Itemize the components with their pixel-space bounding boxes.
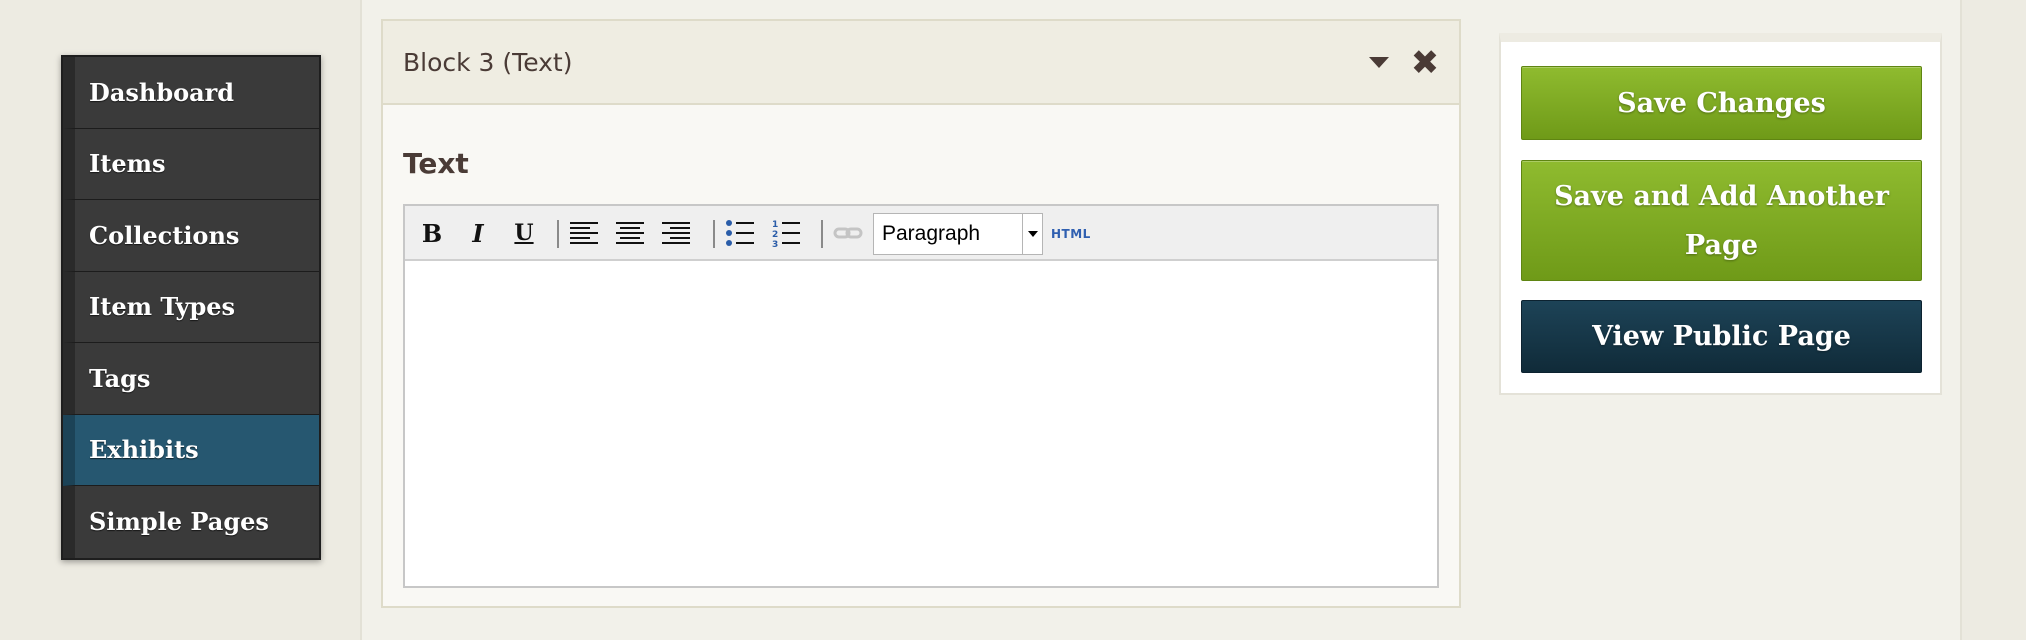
nav-item-collections[interactable]: Collections [63,200,319,272]
admin-nav: Dashboard Items Collections Item Types T… [61,55,321,560]
toolbar-divider [821,220,823,248]
nav-item-label: Exhibits [89,435,199,465]
underline-button[interactable]: U [507,216,541,250]
align-right-icon [662,222,690,244]
align-left-button[interactable] [567,216,601,250]
close-icon[interactable]: ✖ [1405,43,1445,83]
nav-item-label: Item Types [89,292,236,322]
format-select[interactable]: Paragraph [873,213,1043,255]
link-button[interactable] [831,216,865,250]
nav-item-label: Collections [89,220,240,250]
view-public-page-button[interactable]: View Public Page [1521,300,1922,373]
nav-item-dashboard[interactable]: Dashboard [63,57,319,129]
nav-item-label: Simple Pages [89,507,269,537]
numbered-list-button[interactable]: 123 [769,216,803,250]
html-source-button[interactable]: HTML [1051,222,1091,246]
bullet-list-icon [726,220,754,246]
align-center-icon [616,222,644,244]
rich-text-editor: B I U 1 2 3 Paragraph HTML [403,204,1439,588]
svg-text:2: 2 [772,230,778,240]
toolbar-divider [713,220,715,248]
actions-panel: Save Changes Save and Add Another Page V… [1499,33,1942,395]
editor-toolbar: B I U 1 2 3 Paragraph HTML [405,206,1437,261]
chevron-down-icon[interactable] [1022,214,1042,254]
nav-item-label: Dashboard [89,77,235,107]
bullet-list-button[interactable] [723,216,757,250]
svg-text:3: 3 [772,240,778,247]
nav-item-simple-pages[interactable]: Simple Pages [63,486,319,558]
save-changes-button[interactable]: Save Changes [1521,66,1922,140]
text-field-label: Text [403,147,469,180]
nav-item-tags[interactable]: Tags [63,343,319,415]
bold-icon: B [421,218,443,248]
nav-item-label: Tags [89,363,151,393]
italic-icon: I [472,218,484,248]
block-title: Block 3 (Text) [403,47,573,77]
align-center-button[interactable] [613,216,647,250]
nav-item-label: Items [89,149,166,179]
nav-item-items[interactable]: Items [63,128,319,200]
italic-button[interactable]: I [461,216,495,250]
editor-content-area[interactable] [405,261,1437,586]
caret-down-icon[interactable] [1369,57,1389,68]
align-right-button[interactable] [659,216,693,250]
link-icon [833,227,863,239]
underline-icon: U [514,220,534,246]
toolbar-divider [557,220,559,248]
svg-text:1: 1 [772,220,778,230]
block-header[interactable]: Block 3 (Text) ✖ [383,21,1459,105]
format-select-value: Paragraph [882,222,981,245]
align-left-icon [570,222,598,244]
nav-item-exhibits[interactable]: Exhibits [63,414,319,486]
numbered-list-icon: 123 [772,220,800,247]
nav-item-item-types[interactable]: Item Types [63,271,319,343]
text-block-panel: Block 3 (Text) ✖ Text B I U 1 2 3 Paragr… [381,19,1461,608]
bold-button[interactable]: B [415,216,449,250]
save-and-add-another-page-button[interactable]: Save and Add Another Page [1521,160,1922,281]
